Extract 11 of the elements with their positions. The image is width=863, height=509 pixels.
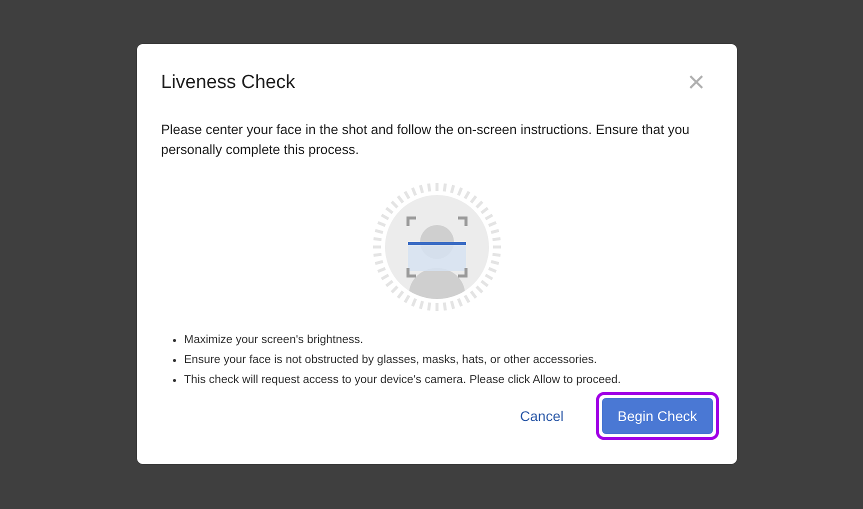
tip-text: Maximize your screen's brightness. [184, 333, 364, 348]
dialog-title: Liveness Check [161, 70, 296, 95]
cancel-button[interactable]: Cancel [516, 398, 568, 434]
begin-check-button[interactable]: Begin Check [602, 398, 713, 434]
close-button[interactable]: × [687, 68, 713, 98]
bullet-icon [173, 338, 176, 342]
tip-text: This check will request access to your device's camera. Please click Allow to proceed. [184, 373, 621, 388]
tip-text: Ensure your face is not obstructed by glasses, masks, hats, or other accessories. [184, 353, 597, 368]
bullet-icon [173, 378, 176, 382]
instructions-text: Please center your face in the shot and follow the on-screen instructions. Ensure that you personally complete this process. [161, 121, 690, 159]
bullet-icon [173, 358, 176, 362]
